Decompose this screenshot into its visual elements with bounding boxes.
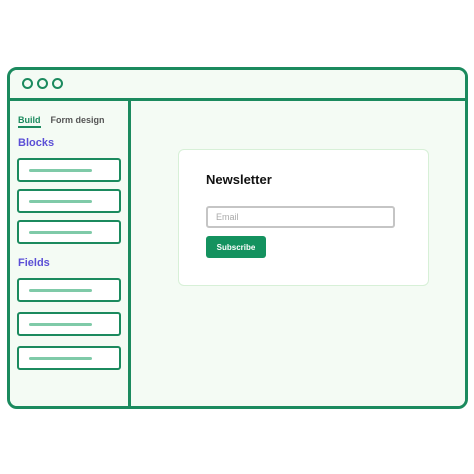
field-placeholder-line [29,289,92,292]
tab-form-design[interactable]: Form design [51,115,105,128]
form-canvas: Newsletter Subscribe [134,101,465,406]
window-control-icon[interactable] [37,78,48,89]
window-control-icon[interactable] [22,78,33,89]
block-item[interactable] [17,220,121,244]
newsletter-form-card[interactable]: Newsletter Subscribe [178,149,429,286]
title-bar [10,70,465,101]
app-window: Build Form design Blocks Fields Newslett… [7,67,468,409]
sidebar: Build Form design Blocks Fields [10,101,131,406]
block-placeholder-line [29,231,92,234]
sidebar-tabs: Build Form design [18,115,105,128]
field-placeholder-line [29,357,92,360]
blocks-heading: Blocks [18,137,55,149]
block-item[interactable] [17,158,121,182]
form-title: Newsletter [206,172,272,187]
subscribe-button[interactable]: Subscribe [206,236,266,258]
window-control-icon[interactable] [52,78,63,89]
fields-heading: Fields [18,257,50,269]
block-placeholder-line [29,169,92,172]
field-item[interactable] [17,312,121,336]
field-item[interactable] [17,278,121,302]
block-placeholder-line [29,200,92,203]
email-field[interactable] [206,206,395,228]
field-item[interactable] [17,346,121,370]
field-placeholder-line [29,323,92,326]
tab-build[interactable]: Build [18,115,41,128]
block-item[interactable] [17,189,121,213]
